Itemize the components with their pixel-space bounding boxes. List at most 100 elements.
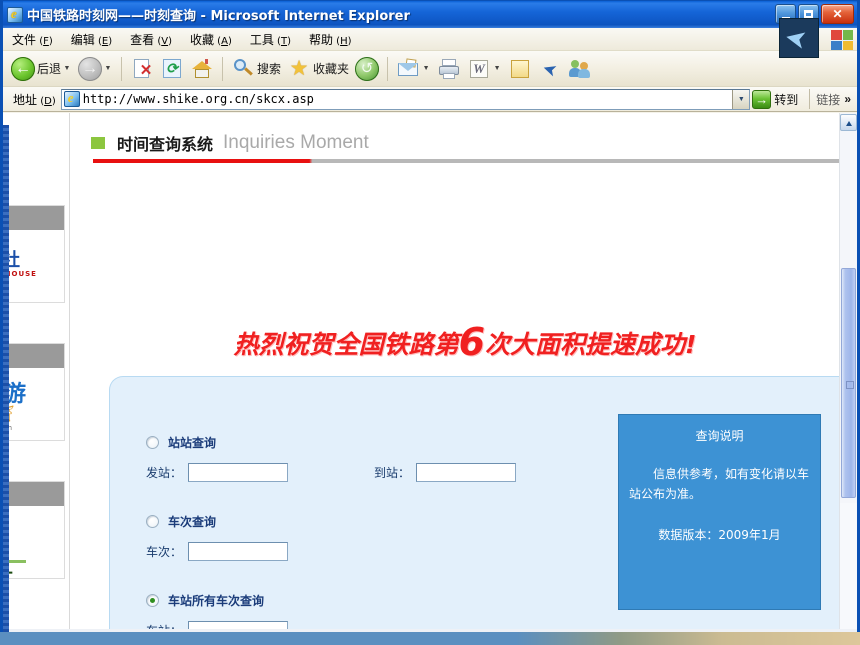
- refresh-icon: ⟳: [160, 57, 184, 81]
- page-title-en: Inquiries Moment: [223, 132, 369, 153]
- page-title-cn: 时间查询系统: [117, 135, 214, 154]
- chevron-right-icon[interactable]: »: [840, 92, 855, 106]
- favorites-button[interactable]: 收藏夹: [284, 54, 352, 84]
- page-title: 时间查询系统 Inquiries Moment: [91, 131, 369, 155]
- home-icon: [190, 57, 214, 81]
- chevron-down-icon[interactable]: ▼: [492, 65, 502, 72]
- ad-banner-3[interactable]: R 广: [3, 481, 65, 579]
- ad-banner-body: 旅游 ⛩ ng.com: [3, 368, 64, 440]
- mail-button[interactable]: ▼: [393, 54, 434, 84]
- go-button-label: 转到: [774, 92, 799, 107]
- refresh-button[interactable]: ⟳: [157, 54, 187, 84]
- search-toolbar-button[interactable]: 搜索: [228, 54, 284, 84]
- query-fields-row: 发站： 到站：: [146, 463, 517, 482]
- chevron-down-icon[interactable]: ▼: [103, 65, 113, 72]
- instructions-title: 查询说明: [695, 429, 744, 443]
- green-square-bullet-icon: [91, 137, 105, 149]
- ad-banner-cap: [3, 344, 64, 368]
- history-icon: [355, 56, 380, 81]
- instructions-body: 信息供参考，如有变化请以车站公布为准。: [629, 467, 810, 501]
- favorites-button-label: 收藏夹: [313, 62, 350, 76]
- address-input-wrapper[interactable]: http://www.shike.org.cn/skcx.asp: [60, 88, 751, 110]
- field-label-train-number: 车次：: [146, 545, 183, 559]
- chevron-down-icon[interactable]: ▼: [62, 65, 72, 72]
- home-button[interactable]: [187, 54, 217, 84]
- history-button[interactable]: [352, 54, 382, 84]
- window-titlebar: 中国铁路时刻网——时刻查询 - Microsoft Internet Explo…: [3, 1, 857, 28]
- edit-button[interactable]: W ▼: [464, 54, 505, 84]
- query-instructions-panel: 查询说明 信息供参考，如有变化请以车站公布为准。 数据版本：2009年1月: [618, 414, 821, 610]
- column-divider: [69, 113, 70, 632]
- favorites-star-icon: [287, 57, 311, 81]
- radio-station-to-station[interactable]: [146, 435, 159, 449]
- stop-button[interactable]: ✕: [127, 54, 157, 84]
- arrival-station-input[interactable]: [416, 463, 517, 482]
- menu-item-favorites[interactable]: 收藏 (A): [181, 29, 241, 50]
- address-input[interactable]: http://www.shike.org.cn/skcx.asp: [83, 92, 733, 106]
- promo-text-before: 热烈祝贺全国铁路第: [233, 330, 459, 359]
- print-icon: [437, 57, 461, 81]
- vertical-scroll-thumb[interactable]: [841, 268, 856, 498]
- query-group-header[interactable]: 站站查询: [146, 433, 516, 451]
- browser-toolbar: 后退 ▼ ▼ ✕ ⟳ 搜索 收藏夹 ▼: [3, 51, 857, 87]
- menu-item-edit[interactable]: 编辑 (E): [62, 29, 121, 50]
- menu-item-tools[interactable]: 工具 (T): [241, 29, 300, 50]
- search-magnifier-icon: [231, 57, 255, 81]
- forward-arrow-icon: [78, 56, 103, 81]
- ad-banner-cap: [3, 482, 64, 506]
- ad-banner-2[interactable]: 旅游 ⛩ ng.com: [3, 343, 65, 441]
- print-button[interactable]: [434, 54, 464, 84]
- address-bar: 地址 (D) http://www.shike.org.cn/skcx.asp …: [3, 87, 857, 112]
- notes-button[interactable]: [505, 54, 535, 84]
- promo-banner-text: 热烈祝贺全国铁路第6次大面积提速成功!: [233, 323, 697, 361]
- window-title: 中国铁路时刻网——时刻查询 - Microsoft Internet Explo…: [27, 9, 410, 24]
- menu-item-file[interactable]: 文件 (F): [3, 29, 62, 50]
- departure-station-input[interactable]: [188, 463, 289, 482]
- address-bar-label: 地址 (D): [13, 92, 56, 107]
- go-button[interactable]: 转到: [750, 88, 803, 110]
- chevron-down-icon[interactable]: ▼: [421, 65, 431, 72]
- promo-banner: 热烈祝贺全国铁路第6次大面积提速成功!: [91, 318, 839, 368]
- site-favicon-icon: [63, 90, 80, 107]
- menu-item-view[interactable]: 查看 (V): [121, 29, 181, 50]
- field-label-departure: 发站：: [146, 466, 183, 480]
- back-button[interactable]: 后退 ▼: [8, 54, 75, 84]
- ad-banner-cap: [3, 206, 64, 230]
- notes-icon: [508, 57, 532, 81]
- data-version-label: 数据版本：2009年1月: [658, 528, 781, 542]
- address-dropdown-button[interactable]: [732, 89, 750, 109]
- forward-button[interactable]: ▼: [75, 54, 116, 84]
- links-bar-label[interactable]: 链接: [816, 91, 840, 108]
- toolbar-divider: [222, 56, 224, 81]
- query-group-header[interactable]: 车站所有车次查询: [146, 591, 288, 609]
- toolbar-divider: [121, 56, 123, 81]
- ie-logo-icon: [7, 6, 23, 23]
- query-group-header[interactable]: 车次查询: [146, 512, 288, 530]
- internet-explorer-window: 中国铁路时刻网——时刻查询 - Microsoft Internet Explo…: [0, 0, 860, 633]
- close-button[interactable]: ✕: [821, 4, 854, 24]
- desktop-background-strip: [0, 632, 860, 645]
- query-group-all-trains-at-station: 车站所有车次查询 车站：: [146, 591, 289, 632]
- edit-icon: W: [467, 57, 491, 81]
- menu-item-help[interactable]: 帮助 (H): [300, 29, 361, 50]
- radio-all-trains-at-station[interactable]: [146, 593, 159, 607]
- ad-banner-body: 版社 ING HOUSE: [3, 230, 64, 302]
- bird-toolbar-button[interactable]: [535, 54, 565, 84]
- scroll-up-button[interactable]: [840, 114, 857, 131]
- vertical-scroll-track[interactable]: [840, 503, 857, 632]
- radio-train-number[interactable]: [146, 514, 159, 528]
- messenger-button[interactable]: [565, 54, 595, 84]
- ad-banner-1[interactable]: 版社 ING HOUSE: [3, 205, 65, 303]
- window-left-edge-decor: [3, 125, 9, 633]
- page-viewport: 中国铁路时刻网欢迎您光临本站提速时刻表最新资料免费查询 版社 ING HOUSE…: [3, 112, 857, 632]
- title-underline-rule: [93, 159, 839, 163]
- toolbar-divider: [387, 56, 389, 81]
- vertical-scrollbar[interactable]: [839, 113, 857, 632]
- train-number-input[interactable]: [188, 542, 289, 561]
- menu-bar: 文件 (F) 编辑 (E) 查看 (V) 收藏 (A) 工具 (T) 帮助 (H…: [3, 18, 857, 58]
- promo-text-after: 次大面积提速成功!: [485, 330, 697, 359]
- bird-icon: ➤: [782, 21, 810, 55]
- back-arrow-icon: [11, 56, 35, 81]
- page-canvas: 中国铁路时刻网欢迎您光临本站提速时刻表最新资料免费查询 版社 ING HOUSE…: [3, 113, 839, 632]
- stop-icon: ✕: [130, 57, 154, 81]
